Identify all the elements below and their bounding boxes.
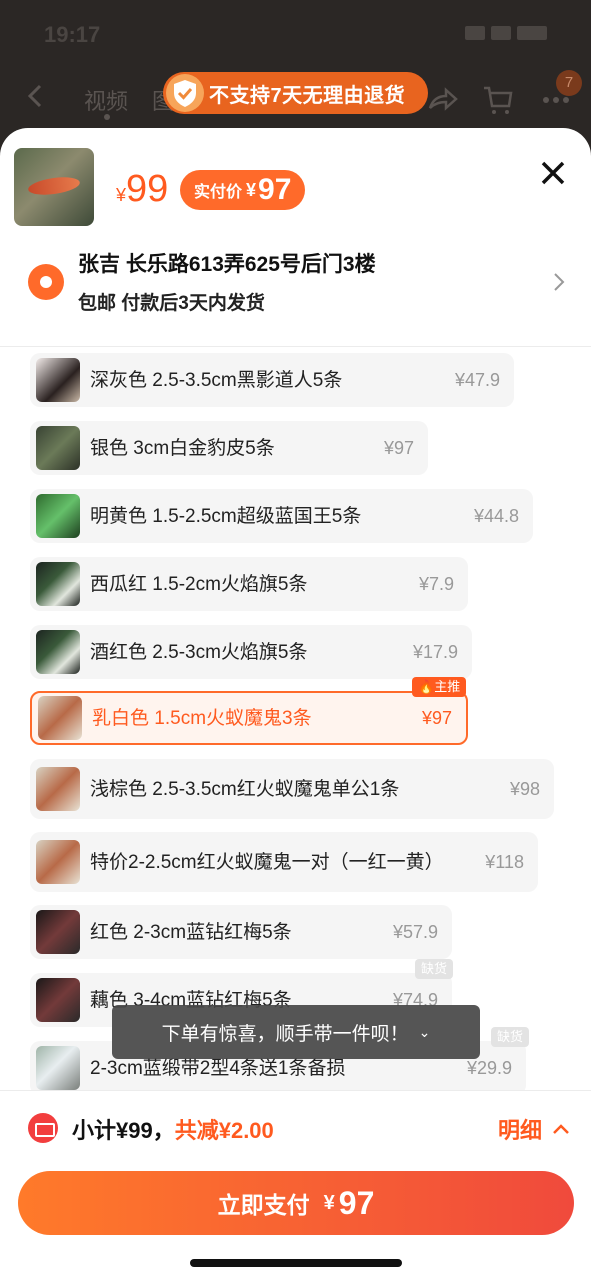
price-currency: ¥ (116, 185, 127, 205)
option-item[interactable]: 特价2-2.5cm红火蚁魔鬼一对（一红一黄） ¥118 (30, 832, 538, 892)
pay-now-button[interactable]: 立即支付 ¥ 97 (18, 1171, 574, 1235)
price-value: 99 (126, 168, 169, 210)
product-thumbnail[interactable] (14, 148, 94, 226)
option-thumbnail (38, 696, 82, 740)
option-label: 明黄色 1.5-2.5cm超级蓝国王5条 (90, 505, 362, 527)
real-price-label: 实付价 (194, 184, 243, 201)
out-of-stock-badge: 缺货 (491, 1027, 530, 1047)
option-item[interactable]: 红色 2-3cm蓝钻红梅5条 ¥57.9 (30, 905, 452, 959)
option-thumbnail (36, 630, 80, 674)
option-thumbnail (36, 358, 80, 402)
option-label: 银色 3cm白金豹皮5条 (90, 437, 275, 459)
checkout-footer: 小计¥99，共减¥2.00 明细 立即支付 ¥ 97 (0, 1090, 591, 1280)
real-price-value: 97 (258, 173, 292, 206)
option-label: 酒红色 2.5-3cm火焰旗5条 (90, 641, 308, 663)
option-label: 西瓜红 1.5-2cm火焰旗5条 (90, 573, 308, 595)
option-label: 深灰色 2.5-3.5cm黑影道人5条 (90, 369, 343, 391)
cart-badge: 7 (556, 70, 582, 96)
chevron-right-icon[interactable] (550, 270, 568, 294)
close-icon[interactable] (538, 158, 568, 188)
subtotal-text: 小计¥99， (72, 1118, 175, 1143)
option-item[interactable]: 浅棕色 2.5-3.5cm红火蚁魔鬼单公1条 ¥98 (30, 759, 554, 819)
option-price: ¥57.9 (392, 921, 438, 942)
option-item[interactable]: 银色 3cm白金豹皮5条 ¥97 (30, 421, 428, 475)
home-indicator (190, 1259, 402, 1267)
option-thumbnail (36, 1046, 80, 1090)
option-thumbnail (36, 910, 80, 954)
option-item[interactable]: 明黄色 1.5-2.5cm超级蓝国王5条 ¥44.8 (30, 489, 533, 543)
tab-video[interactable]: 视频 (84, 84, 128, 116)
option-label: 特价2-2.5cm红火蚁魔鬼一对（一红一黄） (90, 851, 444, 873)
option-price: ¥97 (383, 437, 414, 458)
share-icon[interactable] (426, 84, 458, 116)
option-item[interactable]: 酒红色 2.5-3cm火焰旗5条 ¥17.9 (30, 625, 472, 679)
pay-now-label: 立即支付 (217, 1192, 310, 1218)
discount-text: 共减¥2.00 (174, 1118, 274, 1143)
option-thumbnail (36, 426, 80, 470)
option-price: ¥97 (421, 707, 452, 728)
option-label: 乳白色 1.5cm火蚁魔鬼3条 (92, 707, 312, 729)
tab-indicator (104, 114, 110, 120)
recommended-badge: 🔥主推 (412, 677, 467, 697)
option-price: ¥47.9 (454, 369, 500, 390)
subtotal-summary: 小计¥99，共减¥2.00 (72, 1113, 274, 1145)
location-pin-icon (28, 264, 64, 300)
shield-icon (166, 74, 204, 112)
option-thumbnail (36, 978, 80, 1022)
recommended-badge-text: 主推 (434, 679, 461, 694)
chevron-up-icon (553, 1124, 569, 1134)
option-price: ¥17.9 (412, 641, 458, 662)
promo-toast-text: 下单有惊喜，顺手带一件呗！ (161, 1023, 409, 1045)
option-thumbnail (36, 767, 80, 811)
option-item[interactable]: 西瓜红 1.5-2cm火焰旗5条 ¥7.9 (30, 557, 468, 611)
out-of-stock-badge: 缺货 (415, 959, 454, 979)
real-price-badge: 实付价 ¥ 97 (180, 170, 306, 210)
price-detail-label: 明细 (498, 1118, 543, 1143)
option-price: ¥29.9 (466, 1057, 512, 1078)
option-price: ¥98 (509, 778, 540, 799)
shipping-info: 包邮 付款后3天内发货 (78, 293, 265, 314)
pay-currency: ¥ (323, 1191, 335, 1214)
option-price: ¥118 (485, 851, 524, 872)
promo-toast[interactable]: 下单有惊喜，顺手带一件呗！ ⌄ (112, 1005, 480, 1059)
option-thumbnail (36, 494, 80, 538)
double-chevron-down-icon: ⌄ (418, 1023, 431, 1040)
price-detail-button[interactable]: 明细 (498, 1113, 570, 1145)
option-label: 浅棕色 2.5-3.5cm红火蚁魔鬼单公1条 (90, 778, 400, 800)
cart-icon[interactable] (482, 84, 514, 116)
option-item-selected[interactable]: 乳白色 1.5cm火蚁魔鬼3条 ¥97 (30, 691, 468, 745)
sku-selection-sheet: ¥99 实付价 ¥ 97 张吉 长乐路613弄625号后门3楼 包邮 付款后3天… (0, 128, 591, 1280)
option-price: ¥44.8 (473, 505, 519, 526)
return-policy-notice: 不支持7天无理由退货 (163, 72, 428, 114)
back-icon[interactable] (22, 82, 50, 110)
option-thumbnail (36, 840, 80, 884)
product-price: ¥99 (116, 168, 168, 211)
divider (0, 346, 591, 347)
return-notice-text: 不支持7天无理由退货 (209, 84, 406, 107)
option-price: ¥7.9 (418, 573, 454, 594)
option-thumbnail (36, 562, 80, 606)
option-label: 红色 2-3cm蓝钻红梅5条 (90, 921, 292, 943)
address-line[interactable]: 张吉 长乐路613弄625号后门3楼 (78, 248, 376, 278)
status-icons (465, 26, 555, 42)
fire-icon: 🔥 (418, 679, 435, 694)
coupon-icon (28, 1113, 58, 1143)
real-price-currency: ¥ (246, 179, 257, 200)
status-time: 19:17 (44, 22, 101, 47)
pay-amount: 97 (338, 1184, 375, 1221)
option-label: 2-3cm蓝缎带2型4条送1条备损 (90, 1057, 346, 1079)
option-item[interactable]: 深灰色 2.5-3.5cm黑影道人5条 ¥47.9 (30, 353, 514, 407)
